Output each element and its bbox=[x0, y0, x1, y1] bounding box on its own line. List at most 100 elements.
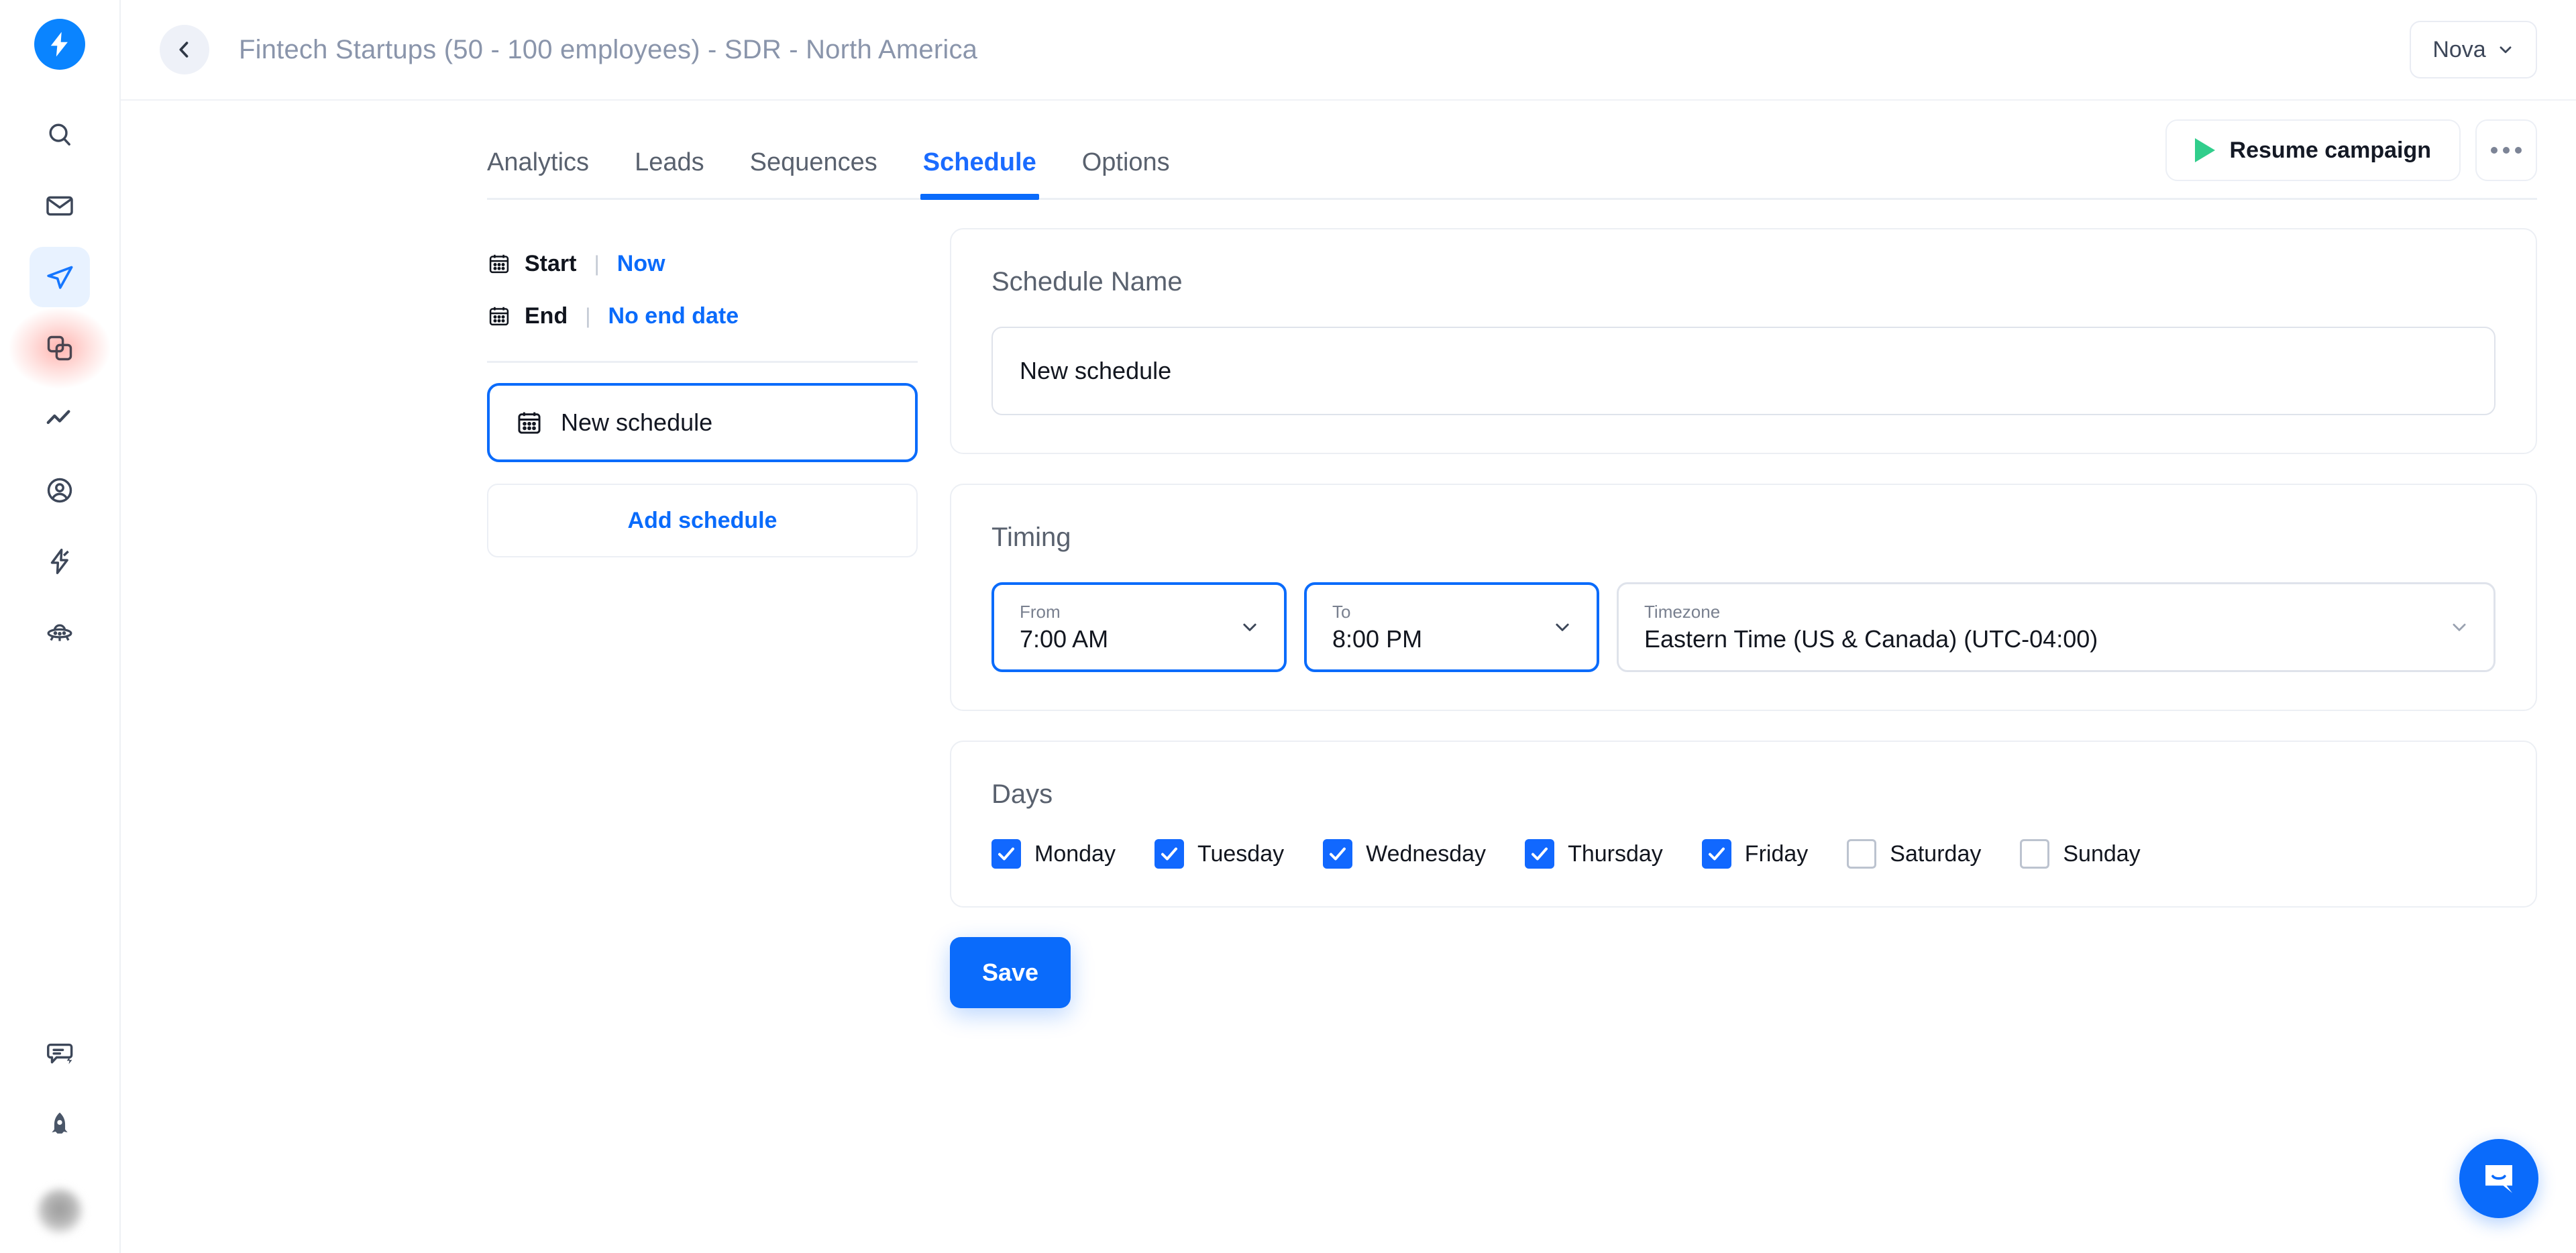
day-label-thursday: Thursday bbox=[1568, 841, 1663, 867]
day-tuesday[interactable]: Tuesday bbox=[1155, 839, 1284, 869]
end-separator: | bbox=[585, 304, 590, 329]
day-friday[interactable]: Friday bbox=[1702, 839, 1808, 869]
ellipsis-icon bbox=[2491, 147, 2498, 154]
top-bar: Fintech Startups (50 - 100 employees) - … bbox=[121, 0, 2576, 101]
tab-leads[interactable]: Leads bbox=[635, 148, 704, 200]
checkbox-wednesday[interactable] bbox=[1323, 839, 1352, 869]
chat-bubble-smile-icon bbox=[2479, 1158, 2519, 1199]
calendar-icon bbox=[487, 304, 511, 328]
check-icon bbox=[1529, 844, 1550, 864]
chevron-down-icon bbox=[1240, 617, 1260, 637]
checkbox-sunday[interactable] bbox=[2020, 839, 2049, 869]
app-logo[interactable] bbox=[34, 19, 85, 70]
avatar[interactable] bbox=[37, 1189, 83, 1234]
checkbox-friday[interactable] bbox=[1702, 839, 1731, 869]
tab-options[interactable]: Options bbox=[1082, 148, 1170, 200]
workspace-label: Nova bbox=[2432, 37, 2485, 63]
start-row: Start | Now bbox=[487, 237, 918, 290]
start-label: Start bbox=[525, 251, 576, 277]
days-title: Days bbox=[991, 779, 2496, 810]
schedule-list-item-label: New schedule bbox=[561, 408, 712, 437]
main-column: Fintech Startups (50 - 100 employees) - … bbox=[121, 0, 2576, 1253]
back-button[interactable] bbox=[160, 25, 209, 74]
sidebar-item-campaigns[interactable] bbox=[30, 247, 90, 307]
checkbox-thursday[interactable] bbox=[1525, 839, 1554, 869]
day-label-monday: Monday bbox=[1034, 841, 1116, 867]
save-button[interactable]: Save bbox=[950, 937, 1071, 1008]
tab-analytics[interactable]: Analytics bbox=[487, 148, 589, 200]
paper-plane-icon bbox=[44, 262, 75, 292]
calendar-icon bbox=[515, 408, 543, 437]
check-icon bbox=[1159, 844, 1179, 864]
campaign-actions: Resume campaign bbox=[2165, 119, 2537, 200]
day-sunday[interactable]: Sunday bbox=[2020, 839, 2140, 869]
left-nav-rail bbox=[0, 0, 121, 1253]
to-time-value: 8:00 PM bbox=[1332, 626, 1571, 653]
schedule-content: Start | Now End | No end date bbox=[121, 200, 2576, 1253]
chevron-down-icon bbox=[1552, 617, 1572, 637]
from-time-value: 7:00 AM bbox=[1020, 626, 1258, 653]
sidebar-item-analytics[interactable] bbox=[30, 389, 90, 449]
day-thursday[interactable]: Thursday bbox=[1525, 839, 1663, 869]
end-value[interactable]: No end date bbox=[608, 303, 739, 329]
timing-title: Timing bbox=[991, 523, 2496, 553]
envelope-icon bbox=[44, 190, 75, 221]
start-value[interactable]: Now bbox=[617, 251, 665, 277]
ufo-icon bbox=[44, 617, 75, 648]
tab-sequences[interactable]: Sequences bbox=[750, 148, 877, 200]
tab-schedule[interactable]: Schedule bbox=[923, 148, 1036, 200]
sidebar-item-search[interactable] bbox=[30, 105, 90, 165]
sidebar-item-whats-new[interactable] bbox=[30, 1095, 90, 1155]
chat-widget-button[interactable] bbox=[2459, 1139, 2538, 1218]
timing-card: Timing From 7:00 AM To 8:00 PM bbox=[950, 484, 2537, 711]
schedule-form-column: Schedule Name Timing From 7:00 AM bbox=[950, 228, 2537, 1253]
timezone-value: Eastern Time (US & Canada) (UTC-04:00) bbox=[1644, 626, 2468, 653]
resume-campaign-button[interactable]: Resume campaign bbox=[2165, 119, 2461, 181]
chevron-left-icon bbox=[173, 38, 196, 61]
days-checkbox-group: Monday Tuesday Wednesday bbox=[991, 839, 2496, 869]
day-monday[interactable]: Monday bbox=[991, 839, 1116, 869]
page-title: Fintech Startups (50 - 100 employees) - … bbox=[239, 35, 977, 65]
day-label-sunday: Sunday bbox=[2063, 841, 2140, 867]
resume-campaign-label: Resume campaign bbox=[2230, 138, 2431, 164]
sidebar-item-account[interactable] bbox=[30, 460, 90, 521]
lightning-bolt-icon bbox=[45, 30, 74, 59]
chat-lightning-icon bbox=[44, 1038, 75, 1069]
day-wednesday[interactable]: Wednesday bbox=[1323, 839, 1486, 869]
checkbox-monday[interactable] bbox=[991, 839, 1021, 869]
end-row: End | No end date bbox=[487, 290, 918, 342]
sidebar-item-support-chat[interactable] bbox=[30, 1024, 90, 1084]
sidebar-item-templates[interactable] bbox=[30, 318, 90, 378]
schedule-name-card: Schedule Name bbox=[950, 228, 2537, 454]
to-time-label: To bbox=[1332, 602, 1571, 622]
sidebar-bottom-group bbox=[30, 1024, 90, 1253]
schedule-name-input[interactable] bbox=[991, 327, 2496, 415]
end-label: End bbox=[525, 303, 568, 329]
days-card: Days Monday Tuesday bbox=[950, 741, 2537, 908]
app-root: Fintech Startups (50 - 100 employees) - … bbox=[0, 0, 2576, 1253]
chevron-down-icon bbox=[2497, 41, 2514, 58]
sidebar-item-explore[interactable] bbox=[30, 602, 90, 663]
start-separator: | bbox=[594, 252, 599, 276]
to-time-select[interactable]: To 8:00 PM bbox=[1304, 582, 1599, 672]
checkbox-tuesday[interactable] bbox=[1155, 839, 1184, 869]
day-saturday[interactable]: Saturday bbox=[1847, 839, 1981, 869]
rocket-icon bbox=[44, 1109, 75, 1140]
panel-divider bbox=[487, 361, 918, 363]
calendar-icon bbox=[487, 252, 511, 276]
timezone-select[interactable]: Timezone Eastern Time (US & Canada) (UTC… bbox=[1617, 582, 2496, 672]
timing-controls: From 7:00 AM To 8:00 PM bbox=[991, 582, 2496, 672]
workspace-switcher[interactable]: Nova bbox=[2410, 21, 2537, 78]
check-icon bbox=[996, 844, 1016, 864]
add-schedule-button[interactable]: Add schedule bbox=[487, 484, 918, 557]
search-icon bbox=[44, 119, 75, 150]
checkbox-saturday[interactable] bbox=[1847, 839, 1876, 869]
sidebar-item-automations[interactable] bbox=[30, 531, 90, 592]
chevron-down-icon bbox=[2449, 617, 2469, 637]
sidebar-item-inbox[interactable] bbox=[30, 176, 90, 236]
lightning-bolt-icon bbox=[44, 546, 75, 577]
schedule-list-item[interactable]: New schedule bbox=[487, 383, 918, 462]
tab-bar: Analytics Leads Sequences Schedule Optio… bbox=[121, 101, 2576, 200]
more-options-button[interactable] bbox=[2475, 119, 2537, 181]
from-time-select[interactable]: From 7:00 AM bbox=[991, 582, 1287, 672]
